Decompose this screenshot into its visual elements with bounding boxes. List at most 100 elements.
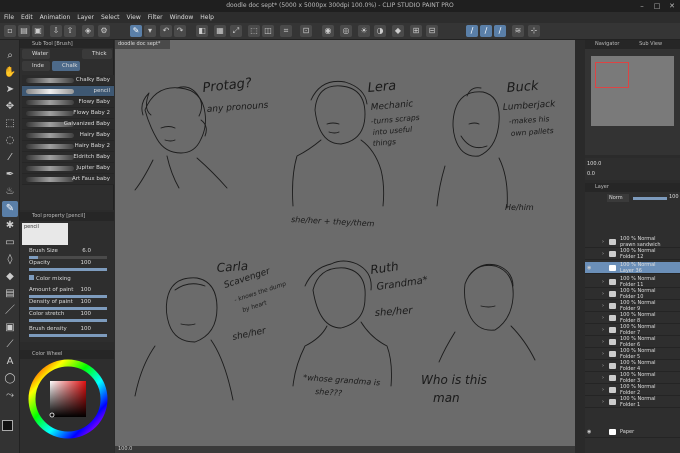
menu-layer[interactable]: Layer <box>77 14 94 21</box>
brush-item[interactable]: Art Faux baby <box>22 174 114 185</box>
menu-window[interactable]: Window <box>170 14 194 21</box>
minimize-icon[interactable]: – <box>636 1 648 11</box>
group-thick[interactable]: Thick <box>82 49 112 59</box>
nav-zoom[interactable]: 100.0 <box>587 161 601 167</box>
layer-row[interactable]: › 100 % Normal Folder 1 <box>585 396 680 408</box>
layer-row[interactable]: › 100 % Normal prawn sandwich <box>585 236 680 248</box>
layer-row[interactable]: › 100 % Normal Folder 4 <box>585 360 680 372</box>
layer-opacity-value[interactable]: 100 <box>669 194 679 200</box>
layer-row[interactable]: › 100 % Normal Folder 5 <box>585 348 680 360</box>
brush-size-slider[interactable]: Brush Size 6.0 <box>29 248 107 259</box>
navigator-thumbnail[interactable] <box>591 56 674 126</box>
light-icon[interactable]: ☀ <box>358 25 370 37</box>
group-chalk[interactable]: Chalk <box>52 61 80 71</box>
snap-icon[interactable]: ⊞ <box>410 25 422 37</box>
show-selection-icon[interactable]: ⊡ <box>300 25 312 37</box>
crop-icon[interactable]: ⌗ <box>280 25 292 37</box>
layer-row[interactable]: › 100 % Normal Folder 8 <box>585 312 680 324</box>
layer-row[interactable]: › 100 % Normal Folder 12 <box>585 248 680 260</box>
redo-icon[interactable]: ↷ <box>174 25 186 37</box>
eraser-tool-icon[interactable]: ▭ <box>2 235 18 251</box>
tab-sub-view[interactable]: Sub View <box>639 41 662 47</box>
menu-animation[interactable]: Animation <box>40 14 71 21</box>
layer-opacity-slider[interactable] <box>633 197 667 200</box>
fill-icon[interactable]: ▦ <box>214 25 226 37</box>
sketch-canvas[interactable]: Protag? any pronouns Lera Mechanic -turn… <box>115 40 575 446</box>
canvas-area[interactable]: Protag? any pronouns Lera Mechanic -turn… <box>115 40 575 453</box>
close-icon[interactable]: ✕ <box>666 1 678 11</box>
layer-row[interactable]: › 100 % Normal Folder 7 <box>585 324 680 336</box>
gradient-tool-icon[interactable]: ▤ <box>2 286 18 302</box>
layer-row[interactable]: › 100 % Normal Folder 6 <box>585 336 680 348</box>
menu-view[interactable]: View <box>127 14 141 21</box>
hand-tool-icon[interactable]: ✋ <box>2 65 18 81</box>
layer-row[interactable]: › 100 % Normal Folder 11 <box>585 276 680 288</box>
menu-select[interactable]: Select <box>101 14 120 21</box>
color-stretch-slider[interactable]: Color stretch 100 <box>29 311 107 322</box>
layer-row[interactable]: › 100 % Normal Folder 9 <box>585 300 680 312</box>
menu-edit[interactable]: Edit <box>21 14 33 21</box>
zoom-tool-icon[interactable]: ⌕ <box>2 48 18 64</box>
figure-tool-icon[interactable]: ／ <box>2 303 18 319</box>
tab-navigator[interactable]: Navigator <box>595 41 619 47</box>
brush-item[interactable]: Eldritch Baby <box>22 152 114 163</box>
brush-item[interactable]: Chalky Baby <box>22 75 114 86</box>
group-inde[interactable]: Inde <box>22 61 50 71</box>
transparency-icon[interactable]: ◑ <box>374 25 386 37</box>
eyedropper-tool-icon[interactable]: ⁄ <box>2 150 18 166</box>
opacity-slider[interactable]: Opacity 100 <box>29 260 107 271</box>
clear-icon[interactable]: ◧ <box>196 25 208 37</box>
balloon-tool-icon[interactable]: ◯ <box>2 371 18 387</box>
snap-grid-icon[interactable]: ∕ <box>494 25 506 37</box>
invert-selection-icon[interactable]: ◫ <box>262 25 274 37</box>
selection-tool-icon[interactable]: ⬚ <box>2 116 18 132</box>
blend-mode-select[interactable]: Norm <box>607 194 629 202</box>
brush-item[interactable]: Flowy Baby <box>22 97 114 108</box>
frame-tool-icon[interactable]: ▣ <box>2 320 18 336</box>
amount-of-paint-slider[interactable]: Amount of paint 100 <box>29 287 107 298</box>
menu-file[interactable]: File <box>4 14 14 21</box>
decoration-tool-icon[interactable]: ✱ <box>2 218 18 234</box>
nav-rotation[interactable]: 0.0 <box>587 171 595 177</box>
brush-item[interactable]: Hairy Baby <box>22 130 114 141</box>
settings-icon[interactable]: ⚙ <box>98 25 110 37</box>
brush-item[interactable]: pencil <box>22 86 114 97</box>
ruler-tool-icon[interactable]: ⟋ <box>2 337 18 353</box>
layer-row[interactable]: › 100 % Normal Folder 10 <box>585 288 680 300</box>
text-tool-icon[interactable]: A <box>2 354 18 370</box>
correct-line-tool-icon[interactable]: ⤳ <box>2 388 18 404</box>
asset-store-icon[interactable]: ◈ <box>82 25 94 37</box>
brush-item[interactable]: Jupiter Baby <box>22 163 114 174</box>
color-mixing-toggle[interactable]: Color mixing <box>29 275 107 286</box>
open-file-icon[interactable]: ▤ <box>18 25 30 37</box>
brush-tool-icon[interactable]: ✎ <box>2 201 18 217</box>
layer-row[interactable]: ◉ 100 % Normal Layer 36 <box>585 262 680 274</box>
eye-icon[interactable]: ◉ <box>322 25 334 37</box>
airbrush-tool-icon[interactable]: ♨ <box>2 184 18 200</box>
lasso-tool-icon[interactable]: ◌ <box>2 133 18 149</box>
brush-item[interactable]: Hairy Baby 2 <box>22 141 114 152</box>
density-of-paint-slider[interactable]: Density of paint 100 <box>29 299 107 310</box>
deselect-icon[interactable]: ⬚ <box>248 25 260 37</box>
brush-density-slider[interactable]: Brush density 100 <box>29 326 107 337</box>
status-zoom[interactable]: 100.0 <box>118 446 132 452</box>
pen-mode-icon[interactable]: ✎ <box>130 25 142 37</box>
transform-icon[interactable]: ⤢ <box>230 25 242 37</box>
import-icon[interactable]: ⇩ <box>50 25 62 37</box>
group-water[interactable]: Water <box>22 49 50 59</box>
menu-filter[interactable]: Filter <box>148 14 163 21</box>
snap-ruler-icon[interactable]: ∕ <box>466 25 478 37</box>
menu-help[interactable]: Help <box>200 14 214 21</box>
snap-special-ruler-icon[interactable]: ∕ <box>480 25 492 37</box>
pen-tool-icon[interactable]: ✒ <box>2 167 18 183</box>
hide-icon[interactable]: ◎ <box>340 25 352 37</box>
bucket-icon[interactable]: ◆ <box>392 25 404 37</box>
navigator-viewport[interactable] <box>595 62 629 88</box>
layer-row[interactable]: › 100 % Normal Folder 3 <box>585 372 680 384</box>
layer-row[interactable]: › 100 % Normal Folder 2 <box>585 384 680 396</box>
dropdown-icon[interactable]: ▾ <box>144 25 156 37</box>
new-file-icon[interactable]: ▫ <box>4 25 16 37</box>
fill-tool-icon[interactable]: ◆ <box>2 269 18 285</box>
move-tool-icon[interactable]: ✥ <box>2 99 18 115</box>
undo-icon[interactable]: ↶ <box>160 25 172 37</box>
